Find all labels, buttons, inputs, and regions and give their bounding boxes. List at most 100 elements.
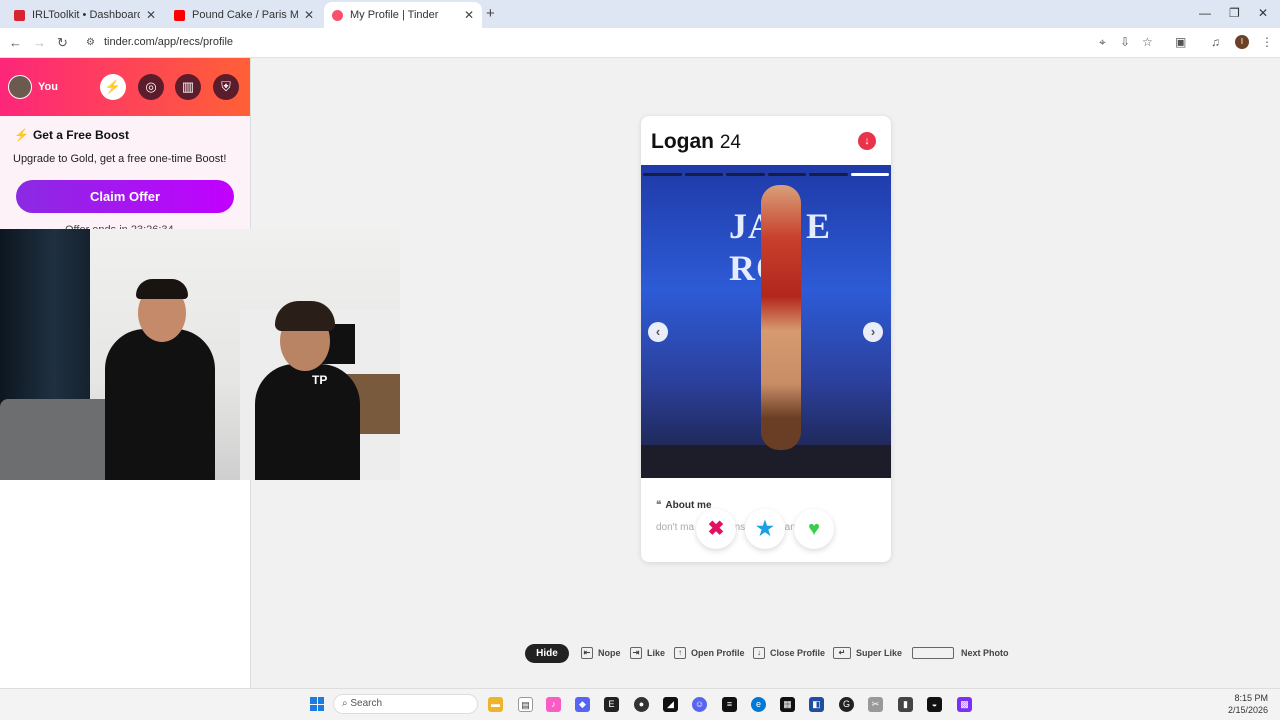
- about-title-text: About me: [665, 500, 712, 511]
- photo-bar: [726, 173, 765, 176]
- tab-title: IRLToolkit • Dashboard: [32, 9, 140, 21]
- file-explorer-icon[interactable]: ▬: [488, 697, 503, 712]
- location-icon[interactable]: ⌖: [1099, 35, 1106, 50]
- photo-background-sign: JAS E RO: [729, 206, 832, 288]
- app-icon[interactable]: ≡: [722, 697, 737, 712]
- tab-youtube[interactable]: Pound Cake / Paris Morton Mu ✕: [166, 2, 322, 28]
- hide-hints-button[interactable]: Hide: [525, 644, 569, 663]
- close-window-icon[interactable]: ✕: [1258, 6, 1268, 20]
- like-button[interactable]: ♥: [794, 509, 834, 549]
- sidebar-header: You ⚡ ◎ ▥ ⛨: [0, 58, 250, 116]
- close-tab-icon[interactable]: ✕: [464, 8, 474, 22]
- app-icon[interactable]: ▦: [780, 697, 795, 712]
- photo-bar: [767, 173, 806, 176]
- profile-photo[interactable]: JAS E RO ‹ ›: [641, 165, 891, 478]
- restore-icon[interactable]: ❐: [1229, 6, 1240, 20]
- tab-tinder[interactable]: My Profile | Tinder ✕: [324, 2, 482, 28]
- super-like-button[interactable]: ★: [745, 509, 785, 549]
- discord-icon[interactable]: ☺: [692, 697, 707, 712]
- hint-open-profile-label: Open Profile: [691, 648, 745, 658]
- profile-age: 24: [719, 132, 741, 153]
- photo-bar: [684, 173, 723, 176]
- hint-like-label: Like: [647, 648, 666, 658]
- windows-start-icon[interactable]: [310, 697, 324, 711]
- enter-key-icon: ↵: [833, 647, 851, 659]
- address-bar: ← → ↻ ⚙ tinder.com/app/recs/profile ⌖ ⇩ …: [0, 28, 1280, 58]
- app-icon[interactable]: ▩: [957, 697, 972, 712]
- bookmark-star-icon[interactable]: ☆: [1142, 35, 1153, 49]
- avatar[interactable]: [8, 75, 32, 99]
- hint-super-like-label: Super Like: [856, 648, 903, 658]
- bolt-icon: ⚡: [14, 128, 29, 142]
- app-icon[interactable]: ◢: [663, 697, 678, 712]
- next-photo-icon[interactable]: ›: [863, 322, 883, 342]
- clock-date: 2/15/2026: [1227, 705, 1268, 715]
- hint-like: ⇥ Like: [630, 647, 665, 659]
- boost-title-text: Get a Free Boost: [32, 128, 129, 142]
- tab-title: Pound Cake / Paris Morton Mu: [192, 9, 298, 21]
- briefcase-icon[interactable]: ▥: [175, 74, 201, 100]
- app-icon[interactable]: ▮: [898, 697, 913, 712]
- taskbar-clock[interactable]: 8:15 PM 2/15/2026: [1222, 692, 1268, 716]
- edge-icon[interactable]: e: [751, 697, 766, 712]
- webcam-overlay: TP: [0, 229, 400, 480]
- prev-photo-icon[interactable]: ‹: [648, 322, 668, 342]
- notepad-icon[interactable]: ▤: [518, 697, 533, 712]
- reload-icon[interactable]: ↻: [57, 35, 68, 51]
- media-icon[interactable]: ♫: [1211, 35, 1220, 49]
- profile-name-text: Logan: [651, 130, 714, 153]
- photo-floor: [641, 445, 891, 478]
- clock-time: 8:15 PM: [1234, 693, 1268, 703]
- profile-avatar[interactable]: I: [1235, 35, 1249, 49]
- hint-next-photo-label: Next Photo: [961, 648, 1009, 658]
- url-field[interactable]: tinder.com/app/recs/profile: [104, 36, 233, 48]
- hint-close-profile: ↓ Close Profile: [753, 647, 825, 659]
- boost-title: ⚡ Get a Free Boost: [14, 128, 129, 142]
- menu-icon[interactable]: ⋮: [1261, 35, 1273, 49]
- new-tab-button[interactable]: +: [486, 5, 495, 22]
- about-title: ❝ About me: [656, 500, 712, 511]
- browser-tab-bar: IRLToolkit • Dashboard ✕ Pound Cake / Pa…: [0, 0, 1280, 28]
- epic-games-icon[interactable]: E: [604, 697, 619, 712]
- extensions-icon[interactable]: ▣: [1175, 35, 1186, 49]
- profile-card: Logan 24 ↓ JAS E RO ‹ › ❝About me don't …: [641, 116, 891, 562]
- taskbar-search-field[interactable]: ⌕ Search: [333, 694, 478, 714]
- tab-irltoolkit[interactable]: IRLToolkit • Dashboard ✕: [6, 2, 164, 28]
- close-tab-icon[interactable]: ✕: [146, 8, 156, 22]
- close-profile-icon[interactable]: ↓: [858, 132, 876, 150]
- hint-close-profile-label: Close Profile: [770, 648, 826, 658]
- site-info-icon[interactable]: ⚙: [86, 37, 95, 48]
- close-tab-icon[interactable]: ✕: [304, 8, 314, 22]
- hint-super-like: ↵ Super Like: [833, 647, 902, 659]
- minimize-icon[interactable]: —: [1199, 6, 1211, 20]
- obs-icon[interactable]: ●: [634, 697, 649, 712]
- snipping-icon[interactable]: ✂: [868, 697, 883, 712]
- app-icon[interactable]: ◧: [809, 697, 824, 712]
- chrome-icon[interactable]: G: [839, 697, 854, 712]
- person-right: [255, 364, 360, 480]
- photo-bar: [809, 173, 848, 176]
- explore-compass-icon[interactable]: ◎: [138, 74, 164, 100]
- person-left-hair: [136, 279, 188, 299]
- taskbar-search-placeholder: Search: [350, 698, 383, 709]
- boost-icon[interactable]: ⚡: [100, 74, 126, 100]
- claim-offer-button[interactable]: Claim Offer: [16, 180, 234, 213]
- photo-bar-active: [850, 173, 889, 176]
- forward-icon[interactable]: →: [33, 35, 46, 50]
- back-icon[interactable]: ←: [9, 35, 22, 50]
- nope-button[interactable]: ✖: [696, 509, 736, 549]
- install-icon[interactable]: ⇩: [1120, 35, 1130, 49]
- space-key-icon: [912, 647, 954, 659]
- quote-icon: ❝: [656, 500, 662, 511]
- user-label[interactable]: You: [38, 81, 58, 93]
- left-arrow-key-icon: ⇤: [581, 647, 593, 659]
- app-icon[interactable]: ◒: [927, 697, 942, 712]
- up-arrow-key-icon: ↑: [674, 647, 686, 659]
- down-arrow-key-icon: ↓: [753, 647, 765, 659]
- hint-nope: ⇤ Nope: [581, 647, 621, 659]
- shield-icon[interactable]: ⛨: [213, 74, 239, 100]
- game-icon[interactable]: ◆: [575, 697, 590, 712]
- itunes-icon[interactable]: ♪: [546, 697, 561, 712]
- photo-bar: [643, 173, 682, 176]
- right-arrow-key-icon: ⇥: [630, 647, 642, 659]
